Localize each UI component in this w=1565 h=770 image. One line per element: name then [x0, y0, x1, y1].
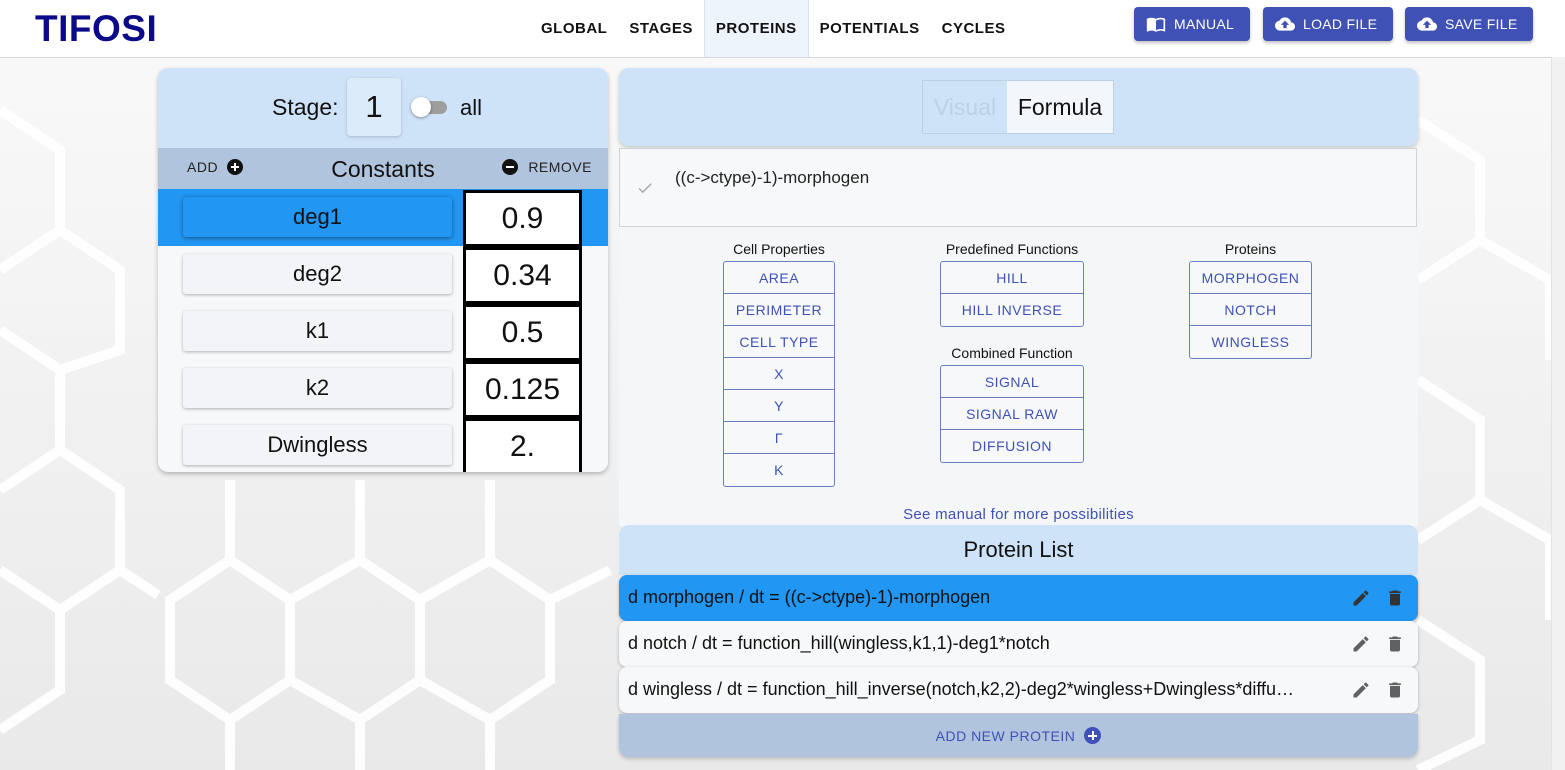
insert-y-button[interactable]: Y	[724, 390, 834, 422]
tab-potentials[interactable]: POTENTIALS	[809, 0, 931, 57]
stage-number-input[interactable]: 1	[347, 78, 401, 136]
all-stages-toggle[interactable]	[411, 97, 449, 117]
constant-value-input[interactable]: 2.	[463, 418, 582, 472]
insert-perimeter-button[interactable]: PERIMETER	[724, 294, 834, 326]
formula-input[interactable]: ((c->ctype)-1)-morphogen	[619, 148, 1417, 227]
add-new-protein-label: ADD NEW PROTEIN	[935, 727, 1076, 744]
constant-row: k1 0.5	[158, 303, 608, 361]
tab-cycles[interactable]: CYCLES	[931, 0, 1017, 57]
tab-proteins[interactable]: PROTEINS	[703, 0, 809, 57]
constant-name-button[interactable]: k2	[183, 368, 452, 408]
predefined-functions-buttons: HILL HILL INVERSE	[940, 261, 1084, 327]
save-file-label: SAVE FILE	[1445, 16, 1518, 32]
book-icon	[1146, 17, 1166, 32]
protein-equation: d notch / dt = function_hill(wingless,k1…	[628, 633, 1050, 653]
constant-name-button[interactable]: k1	[183, 311, 452, 351]
manual-button-label: MANUAL	[1174, 16, 1235, 32]
app-logo: TIFOSI	[35, 8, 158, 49]
insert-morphogen-button[interactable]: MORPHOGEN	[1190, 262, 1311, 294]
all-stages-label: all	[460, 95, 483, 120]
cell-properties-buttons: AREA PERIMETER CELL TYPE X Y Γ K	[723, 261, 835, 487]
protein-equation: d wingless / dt = function_hill_inverse(…	[628, 679, 1295, 699]
remove-constant-label: REMOVE	[528, 159, 592, 175]
protein-equation: d morphogen / dt = ((c->ctype)-1)-morpho…	[628, 587, 991, 607]
protein-list-item[interactable]: d morphogen / dt = ((c->ctype)-1)-morpho…	[619, 575, 1418, 621]
predefined-functions-title: Predefined Functions	[945, 241, 1079, 257]
page-scrollbar[interactable]	[1551, 57, 1565, 770]
manual-button[interactable]: MANUAL	[1134, 7, 1251, 41]
protein-list-title: Protein List	[619, 525, 1418, 575]
check-icon	[638, 183, 652, 194]
constants-header: ADD Constants REMOVE	[158, 148, 608, 189]
see-manual-link[interactable]: See manual for more possibilities	[619, 506, 1418, 523]
constant-name-button[interactable]: deg1	[183, 197, 452, 237]
insert-signal-button[interactable]: SIGNAL	[941, 366, 1083, 398]
constant-value-input[interactable]: 0.125	[463, 361, 582, 418]
insert-signal-raw-button[interactable]: SIGNAL RAW	[941, 398, 1083, 430]
insert-k-button[interactable]: K	[724, 454, 834, 486]
combined-function-buttons: SIGNAL SIGNAL RAW DIFFUSION	[940, 365, 1084, 463]
delete-icon[interactable]	[1385, 634, 1405, 654]
constant-value-input[interactable]: 0.9	[463, 190, 582, 247]
remove-constant-button[interactable]: REMOVE	[502, 159, 592, 175]
edit-icon[interactable]	[1351, 680, 1371, 700]
insert-x-button[interactable]: X	[724, 358, 834, 390]
tab-formula[interactable]: Formula	[1007, 81, 1113, 133]
add-new-protein-button[interactable]: ADD NEW PROTEIN	[619, 714, 1418, 757]
constant-name-button[interactable]: Dwingless	[183, 425, 452, 465]
proteins-group-title: Proteins	[1224, 241, 1277, 257]
mode-toggle-group: Visual Formula	[922, 80, 1114, 134]
load-file-button[interactable]: LOAD FILE	[1263, 7, 1394, 41]
combined-function-title: Combined Function	[951, 345, 1073, 361]
constant-row: k2 0.125	[158, 360, 608, 418]
constant-row: Dwingless 2.	[158, 417, 608, 472]
plus-circle-icon	[1084, 727, 1102, 744]
delete-icon[interactable]	[1385, 588, 1405, 608]
tab-visual[interactable]: Visual	[923, 81, 1007, 133]
main-nav: GLOBAL STAGES PROTEINS POTENTIALS CYCLES	[530, 0, 1016, 57]
insert-notch-button[interactable]: NOTCH	[1190, 294, 1311, 326]
insert-gamma-button[interactable]: Γ	[724, 422, 834, 454]
protein-list-item[interactable]: d wingless / dt = function_hill_inverse(…	[619, 667, 1418, 713]
edit-icon[interactable]	[1351, 588, 1371, 608]
protein-buttons: MORPHOGEN NOTCH WINGLESS	[1189, 261, 1312, 359]
insert-area-button[interactable]: AREA	[724, 262, 834, 294]
stage-label: Stage:	[272, 94, 339, 120]
constants-panel: Stage: 1 all ADD Constants REMOVE deg1 0…	[158, 68, 608, 472]
top-bar: TIFOSI GLOBAL STAGES PROTEINS POTENTIALS…	[0, 0, 1565, 58]
toggle-knob	[411, 97, 431, 117]
constant-name-button[interactable]: deg2	[183, 254, 452, 294]
constant-value-input[interactable]: 0.5	[463, 304, 582, 361]
insert-diffusion-button[interactable]: DIFFUSION	[941, 430, 1083, 462]
constant-row: deg1 0.9	[158, 189, 608, 247]
tab-global[interactable]: GLOBAL	[530, 0, 618, 57]
insert-wingless-button[interactable]: WINGLESS	[1190, 326, 1311, 358]
formula-text: ((c->ctype)-1)-morphogen	[675, 168, 870, 187]
insert-hill-inverse-button[interactable]: HILL INVERSE	[941, 294, 1083, 326]
editor-mode-bar: Visual Formula	[619, 68, 1418, 146]
load-file-label: LOAD FILE	[1303, 16, 1378, 32]
constant-row: deg2 0.34	[158, 246, 608, 304]
tab-stages[interactable]: STAGES	[618, 0, 704, 57]
stage-bar: Stage: 1 all	[158, 68, 608, 148]
protein-list-item[interactable]: d notch / dt = function_hill(wingless,k1…	[619, 621, 1418, 667]
delete-icon[interactable]	[1385, 680, 1405, 700]
cloud-upload-icon	[1417, 17, 1437, 31]
save-file-button[interactable]: SAVE FILE	[1405, 7, 1534, 41]
constant-value-input[interactable]: 0.34	[463, 247, 582, 304]
insert-cell-type-button[interactable]: CELL TYPE	[724, 326, 834, 358]
insert-hill-button[interactable]: HILL	[941, 262, 1083, 294]
edit-icon[interactable]	[1351, 634, 1371, 654]
minus-circle-icon	[502, 159, 519, 175]
cloud-upload-icon	[1275, 17, 1295, 31]
cell-properties-title: Cell Properties	[733, 241, 825, 257]
